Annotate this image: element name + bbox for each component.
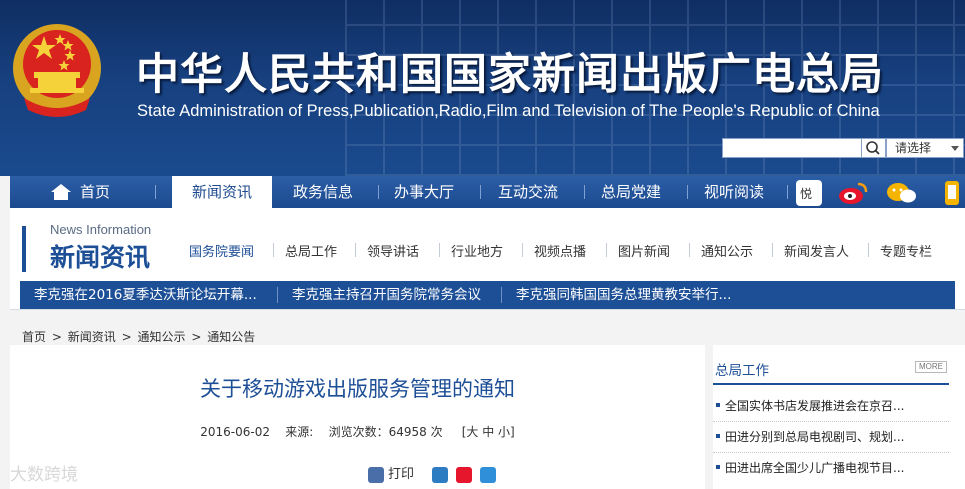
- print-icon[interactable]: [368, 466, 384, 483]
- article-date: 2016-06-02: [200, 425, 271, 439]
- home-icon: [51, 184, 71, 200]
- reading-glyph-icon: 悦: [800, 187, 812, 201]
- sidebar-title: 总局工作: [715, 363, 769, 379]
- section-title-cn: 新闻资讯: [50, 243, 151, 272]
- breadcrumb-link[interactable]: 通知公示: [137, 330, 185, 344]
- nav-item-government[interactable]: 政务信息: [293, 176, 353, 208]
- nav-divider: [378, 185, 379, 199]
- subnav-item[interactable]: 国务院要闻: [189, 241, 254, 260]
- article-panel: 关于移动游戏出版服务管理的通知 2016-06-02 来源: 浏览次数：6495…: [10, 345, 705, 489]
- nav-divider: [584, 185, 585, 199]
- weibo-share-icon[interactable]: [456, 466, 473, 483]
- wechat-glyph-icon: [887, 183, 916, 203]
- font-size-switch[interactable]: [大 中 小]: [462, 425, 515, 439]
- subnav-divider: [522, 243, 523, 257]
- ticker-divider: [277, 287, 278, 303]
- section-accent-bar: [22, 226, 26, 272]
- news-section-panel: News Information 新闻资讯 国务院要闻 总局工作 领导讲话 行业…: [10, 208, 965, 310]
- nav-item-media[interactable]: 视听阅读: [704, 176, 764, 208]
- svg-text:悦: 悦: [800, 187, 812, 201]
- more-button[interactable]: MORE: [915, 361, 947, 373]
- subnav-item[interactable]: 通知公示: [701, 241, 753, 260]
- ticker-link[interactable]: 李克强在2016夏季达沃斯论坛开幕...: [34, 281, 257, 309]
- subnav-divider: [355, 243, 356, 257]
- nav-item-news[interactable]: 新闻资讯: [172, 176, 272, 208]
- nav-divider: [155, 185, 156, 199]
- breadcrumb-link[interactable]: 通知公告: [207, 330, 255, 344]
- article-views: 64958: [388, 425, 427, 439]
- breadcrumb-separator: >: [51, 330, 62, 344]
- article-views-label: 浏览次数：: [328, 425, 389, 439]
- breadcrumb-link[interactable]: 新闻资讯: [68, 330, 116, 344]
- sidebar-list-item[interactable]: 田进分别到总局电视剧司、规划...: [715, 428, 904, 445]
- select-label: 请选择: [895, 141, 932, 155]
- breadcrumb: 首页 > 新闻资讯 > 通知公示 > 通知公告: [22, 328, 257, 345]
- mobile-glyph-icon: [945, 181, 959, 205]
- weibo-icon[interactable]: [838, 180, 868, 206]
- search-button[interactable]: [862, 138, 886, 158]
- search-input[interactable]: [722, 138, 862, 158]
- sidebar-divider: [713, 421, 949, 422]
- add-share-icon[interactable]: [480, 466, 497, 483]
- site-title-en: State Administration of Press,Publicatio…: [137, 102, 880, 120]
- article-tools: 打印: [368, 463, 500, 483]
- site-title-cn: 中华人民共和国国家新闻出版广电总局: [136, 50, 884, 100]
- main-nav: 首页 新闻资讯 政务信息 办事大厅 互动交流 总局党建 视听阅读 悦: [10, 176, 965, 208]
- article-meta: 2016-06-02 来源: 浏览次数：64958 次 [大 中 小]: [10, 423, 705, 440]
- site-header: 中华人民共和国国家新闻出版广电总局 State Administration o…: [0, 0, 965, 176]
- subnav-item[interactable]: 新闻发言人: [784, 241, 849, 260]
- mobile-icon[interactable]: [942, 180, 962, 206]
- ticker-divider: [501, 287, 502, 303]
- wechat-icon[interactable]: [886, 180, 916, 206]
- chevron-down-icon: [951, 146, 959, 151]
- breadcrumb-separator: >: [121, 330, 132, 344]
- nav-item-home[interactable]: 首页: [80, 176, 110, 208]
- subnav-item[interactable]: 行业地方: [451, 241, 503, 260]
- search-icon: [866, 141, 880, 155]
- subnav-divider: [273, 243, 274, 257]
- subnav-divider: [868, 243, 869, 257]
- subnav-item[interactable]: 视频点播: [534, 241, 586, 260]
- subnav-item[interactable]: 图片新闻: [618, 241, 670, 260]
- share-icon[interactable]: [432, 466, 449, 483]
- subnav-divider: [689, 243, 690, 257]
- search-scope-select[interactable]: 请选择: [886, 138, 964, 158]
- nav-divider: [787, 185, 788, 199]
- subnav-divider: [772, 243, 773, 257]
- nav-item-party[interactable]: 总局党建: [601, 176, 661, 208]
- section-title-en: News Information: [50, 222, 152, 237]
- nav-item-interaction[interactable]: 互动交流: [498, 176, 558, 208]
- subnav-item[interactable]: 总局工作: [285, 241, 337, 260]
- sidebar-panel: 总局工作 MORE 全国实体书店发展推进会在京召... 田进分别到总局电视剧司、…: [713, 345, 965, 489]
- page: 中华人民共和国国家新闻出版广电总局 State Administration o…: [0, 0, 965, 489]
- nav-divider: [687, 185, 688, 199]
- sidebar-list-item[interactable]: 全国实体书店发展推进会在京召...: [715, 397, 904, 414]
- article-views-unit: 次: [430, 425, 443, 439]
- sidebar-divider: [713, 452, 949, 453]
- subnav-divider: [606, 243, 607, 257]
- sidebar-title-underline: [713, 383, 949, 385]
- nav-divider: [480, 185, 481, 199]
- article-source-label: 来源:: [285, 425, 314, 439]
- watermark: 大数跨境: [10, 465, 78, 485]
- national-emblem-icon: [13, 24, 101, 117]
- reading-app-icon[interactable]: 悦: [796, 180, 822, 206]
- subnav-item[interactable]: 专题专栏: [880, 241, 932, 260]
- ticker-link[interactable]: 李克强主持召开国务院常务会议: [292, 281, 481, 309]
- subnav-item[interactable]: 领导讲话: [367, 241, 419, 260]
- sidebar-list-item[interactable]: 田进出席全国少儿广播电视节目...: [715, 459, 904, 476]
- nav-item-services[interactable]: 办事大厅: [394, 176, 454, 208]
- breadcrumb-link[interactable]: 首页: [22, 330, 46, 344]
- subnav-divider: [439, 243, 440, 257]
- print-button[interactable]: 打印: [388, 467, 414, 482]
- weibo-glyph-icon: [839, 182, 868, 204]
- headline-ticker: 李克强在2016夏季达沃斯论坛开幕... 李克强主持召开国务院常务会议 李克强同…: [20, 281, 955, 309]
- breadcrumb-separator: >: [191, 330, 202, 344]
- ticker-link[interactable]: 李克强同韩国国务总理黄教安举行...: [516, 281, 731, 309]
- article-title: 关于移动游戏出版服务管理的通知: [200, 377, 515, 401]
